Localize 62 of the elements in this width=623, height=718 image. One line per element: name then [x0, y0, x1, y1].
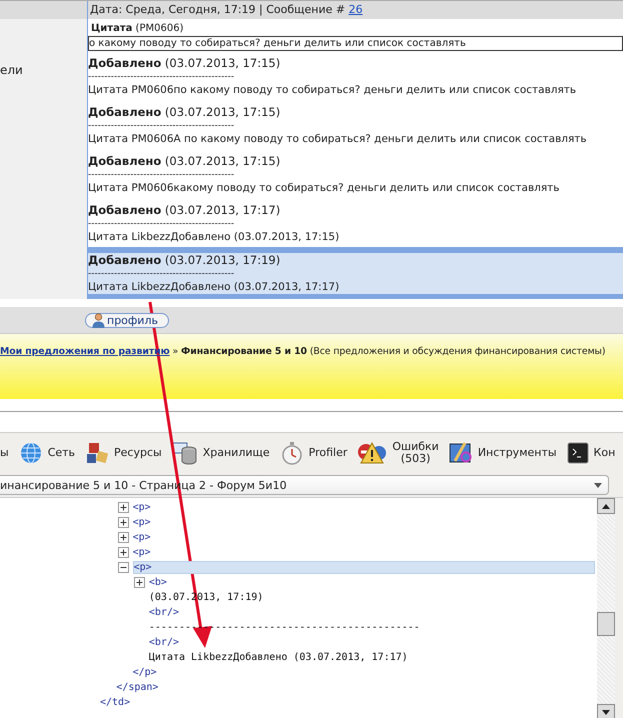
quote-text: о какому поводу то собираться? деньги делить или список составлять [88, 36, 623, 51]
added-line: Добавлено (03.07.2013, 17:17) [88, 203, 282, 218]
closing-tag: </td> [100, 697, 130, 708]
scroll-thumb[interactable] [597, 612, 615, 636]
scrollbar[interactable] [597, 498, 615, 718]
closing-tag: </span> [116, 682, 158, 693]
post-date: Дата: Среда, Сегодня, 17:19 | Сообщение # [90, 3, 346, 16]
author-label: ели [0, 63, 23, 77]
devtools-tab[interactable]: Кон [562, 442, 620, 464]
tree-node[interactable]: <p> [132, 532, 151, 543]
post-text: Цитата LikbezzДобавлено (03.07.2013, 17:17) [88, 280, 340, 294]
tree-node[interactable]: <p> [132, 547, 151, 558]
tree-node[interactable]: <br/> [148, 637, 179, 648]
devtools-tab[interactable]: Ресурсы [81, 441, 166, 465]
person-icon [92, 312, 105, 328]
warning-icon [357, 441, 388, 465]
message-number-link[interactable]: 26 [348, 3, 363, 16]
separator-line: --------------------------------------------- [88, 120, 236, 132]
database-icon [172, 441, 198, 465]
separator-line: --------------------------------------------- [88, 218, 236, 230]
added-line: Добавлено (03.07.2013, 17:15) [88, 154, 282, 169]
added-line: Добавлено (03.07.2013, 17:15) [88, 56, 282, 71]
expand-icon[interactable] [118, 547, 129, 558]
expand-icon[interactable] [118, 517, 129, 528]
tree-node[interactable]: <p> [132, 502, 151, 513]
devtools-tab[interactable]: Сеть [14, 441, 80, 465]
post-text: Цитата PM0606какому поводу то собираться? деньги делить или список составлять [88, 181, 560, 195]
devtools-tab[interactable]: Profiler [276, 441, 352, 465]
scroll-up-button[interactable] [597, 498, 615, 514]
collapse-icon[interactable] [118, 562, 129, 573]
stopwatch-icon [280, 441, 304, 465]
up-arrow-icon [602, 504, 610, 508]
closing-tag: </p> [132, 667, 157, 678]
devtools-tab[interactable]: Ошибки (503) [353, 441, 443, 465]
globe-icon [18, 441, 43, 465]
dropdown-caret-icon [594, 482, 602, 488]
post-text: Цитата PM0606A по какому поводу то собираться? деньги делить или список составлять [88, 132, 588, 146]
added-line: Добавлено (03.07.2013, 17:15) [88, 105, 282, 120]
tree-node[interactable]: <b> [148, 577, 167, 588]
expand-icon[interactable] [118, 532, 129, 543]
devtools-tab[interactable]: Хранилище [168, 441, 274, 465]
text-node[interactable]: Цитата LikbezzДобавлено (03.07.2013, 17:17) [148, 652, 408, 663]
scroll-down-button[interactable] [597, 704, 615, 718]
tools-icon [448, 441, 473, 465]
console-icon [566, 442, 589, 464]
down-arrow-icon [602, 710, 610, 714]
tree-node[interactable]: <br/> [148, 607, 179, 618]
separator-line: --------------------------------------------- [88, 268, 236, 280]
expand-icon[interactable] [134, 577, 145, 588]
post-text: Цитата LikbezzДобавлено (03.07.2013, 17:15) [88, 230, 340, 244]
post-text: Цитата PM0606по какому поводу то собираться? деньги делить или список составлять [88, 83, 578, 97]
separator-line: --------------------------------------------- [88, 169, 236, 181]
profile-button[interactable]: профиль [85, 312, 169, 328]
separator-line: --------------------------------------------- [88, 71, 236, 83]
expand-icon[interactable] [118, 502, 129, 513]
blocks-icon [85, 441, 110, 465]
tree-node[interactable]: <p> [132, 561, 595, 574]
tree-node[interactable]: <p> [132, 517, 151, 528]
devtools-tab[interactable]: Инструменты [444, 441, 561, 465]
quote-title: Цитата (PM0606) [90, 23, 184, 34]
devtools-tab[interactable]: ы [0, 447, 13, 459]
added-line: Добавлено (03.07.2013, 17:19) [88, 253, 282, 268]
